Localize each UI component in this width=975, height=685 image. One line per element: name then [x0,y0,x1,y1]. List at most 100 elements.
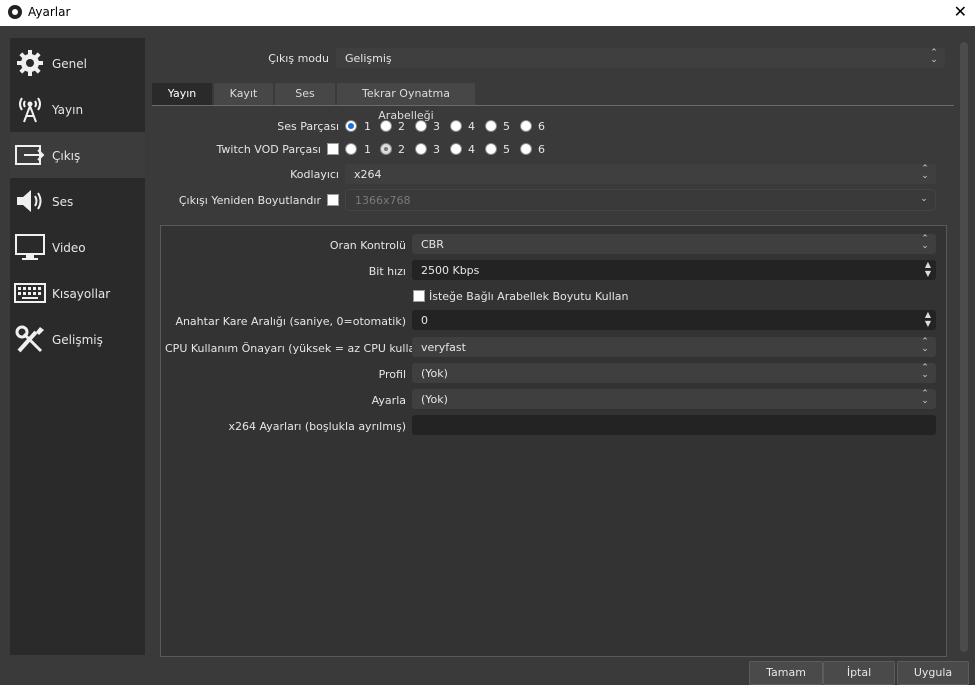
profile-select[interactable]: (Yok) ⌃ ⌄ [412,363,936,383]
twitch-vod-option-label: 6 [538,143,545,156]
audio-track-option-label: 1 [364,120,371,133]
ok-button[interactable]: Tamam [749,661,823,685]
encoder-select[interactable]: x264 ⌃ ⌄ [345,164,936,184]
sidebar-item-gelismis[interactable]: Gelişmiş [10,316,145,362]
encoder-value: x264 [354,168,382,181]
rescale-label: Çıkışı Yeniden Boyutlandır [178,194,321,207]
audio-track-radio-2[interactable] [380,120,392,132]
tab-ses[interactable]: Ses [275,83,335,105]
updown-chevron-icon: ⌃ ⌄ [921,389,929,406]
rate-control-label: Oran Kontrolü [329,239,406,252]
custom-buffer-label: İsteğe Bağlı Arabellek Boyutu Kullan [429,290,629,303]
output-mode-label: Çıkış modu [268,52,329,65]
bitrate-value: 2500 Kbps [421,264,480,277]
twitch-vod-radio-3[interactable] [415,143,427,155]
audio-track-radio-6[interactable] [520,120,532,132]
tune-select[interactable]: (Yok) ⌃ ⌄ [412,389,936,409]
sidebar-item-label: Yayın [52,103,84,117]
audio-track-radio-5[interactable] [485,120,497,132]
tab-yayin[interactable]: Yayın [152,83,212,105]
custom-buffer-checkbox[interactable] [413,290,425,302]
sidebar-item-cikis[interactable]: Çıkış [10,132,145,178]
chevron-down-icon: ⌄ [920,194,928,204]
window-title: Ayarlar [28,5,71,19]
audio-track-option-label: 3 [433,120,440,133]
tab-replay-buffer[interactable]: Tekrar Oynatma Arabelleği [337,83,475,122]
audio-track-radio-4[interactable] [450,120,462,132]
sidebar-item-label: Video [52,241,86,255]
audio-track-label: Ses Parçası [277,120,339,133]
keyframe-value: 0 [421,314,428,327]
title-bar: Ayarlar ✕ [0,0,975,26]
keyframe-label: Anahtar Kare Aralığı (saniye, 0=otomatik… [175,315,406,328]
sidebar-item-label: Genel [52,57,88,71]
sidebar-item-label: Ses [52,195,74,209]
twitch-vod-radio-6[interactable] [520,143,532,155]
bitrate-input[interactable]: 2500 Kbps ▲ ▼ [412,260,936,280]
twitch-vod-checkbox[interactable] [327,143,339,155]
twitch-vod-radio-1[interactable] [345,143,357,155]
rate-control-value: CBR [421,238,444,251]
output-icon [14,140,46,170]
x264-options-input[interactable] [412,415,936,435]
tune-label: Ayarla [371,394,406,407]
twitch-vod-option-label: 3 [433,143,440,156]
sidebar-item-kisayollar[interactable]: Kısayollar [10,270,145,316]
keyboard-icon [14,278,46,308]
broadcast-icon [14,94,46,124]
speaker-icon [14,186,46,216]
profile-label: Profil [378,368,406,381]
audio-track-option-label: 2 [398,120,405,133]
scrollbar-thumb[interactable] [960,42,968,652]
spin-arrows-icon[interactable]: ▲ ▼ [922,260,934,280]
twitch-vod-option-label: 1 [364,143,371,156]
twitch-vod-radio-5[interactable] [485,143,497,155]
audio-track-radio-1[interactable] [345,120,357,132]
audio-track-option-label: 4 [468,120,475,133]
audio-track-option-label: 5 [503,120,510,133]
output-mode-select[interactable]: Gelişmiş ⌃ ⌄ [336,48,945,68]
twitch-vod-label: Twitch VOD Parçası [216,143,321,156]
apply-button[interactable]: Uygula [897,661,969,685]
twitch-vod-option-label: 4 [468,143,475,156]
sidebar-item-label: Kısayollar [52,287,111,301]
sidebar-item-video[interactable]: Video [10,224,145,270]
rate-control-select[interactable]: CBR ⌃ ⌄ [412,234,936,254]
twitch-vod-option-label: 2 [398,143,405,156]
cpu-preset-label: CPU Kullanım Önayarı (yüksek = az CPU ku… [165,342,444,355]
output-mode-value: Gelişmiş [345,52,392,65]
spin-arrows-icon[interactable]: ▲ ▼ [922,310,934,330]
updown-chevron-icon: ⌃ ⌄ [930,48,938,65]
sidebar-item-genel[interactable]: Genel [10,40,145,86]
gear-icon [14,48,46,78]
bitrate-label: Bit hızı [368,265,406,278]
twitch-vod-radio-2[interactable] [380,143,392,155]
tab-kayit[interactable]: Kayıt [214,83,273,105]
sidebar-item-label: Gelişmiş [52,333,103,347]
vertical-scrollbar[interactable] [958,40,970,655]
keyframe-input[interactable]: 0 ▲ ▼ [412,310,936,330]
rescale-checkbox[interactable] [327,194,339,206]
rescale-select[interactable]: 1366x768 ⌄ [345,189,936,211]
twitch-vod-option-label: 5 [503,143,510,156]
settings-sidebar: Genel Yayın Çıkış Ses Video Kısayollar G… [10,38,145,655]
close-window-button[interactable]: ✕ [954,2,967,21]
audio-track-radio-3[interactable] [415,120,427,132]
cancel-button[interactable]: İptal [823,661,895,685]
cpu-preset-select[interactable]: veryfast ⌃ ⌄ [412,337,936,357]
updown-chevron-icon: ⌃ ⌄ [921,234,929,251]
tab-divider [152,105,954,106]
encoder-label: Kodlayıcı [290,168,339,181]
audio-track-option-label: 6 [538,120,545,133]
cpu-preset-value: veryfast [421,341,466,354]
obs-logo-icon [8,5,22,19]
sidebar-item-ses[interactable]: Ses [10,178,145,224]
rescale-value: 1366x768 [355,194,411,207]
sidebar-item-label: Çıkış [52,149,81,163]
twitch-vod-radio-4[interactable] [450,143,462,155]
profile-value: (Yok) [421,367,448,380]
sidebar-item-yayin[interactable]: Yayın [10,86,145,132]
x264-options-label: x264 Ayarları (boşlukla ayrılmış) [228,420,406,433]
updown-chevron-icon: ⌃ ⌄ [921,164,929,181]
tune-value: (Yok) [421,393,448,406]
